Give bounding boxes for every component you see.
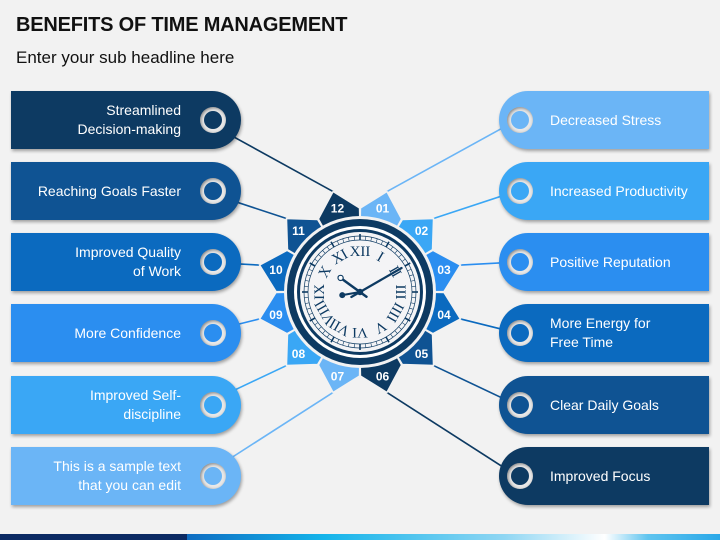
benefit-label-line: Decreased Stress <box>550 111 662 128</box>
petal-number: 07 <box>331 370 345 384</box>
petal-number: 11 <box>292 224 305 238</box>
benefit-label-line: Clear Daily Goals <box>550 396 659 413</box>
tag-ring-dot <box>511 467 529 485</box>
benefit-label: More Confidence <box>74 324 181 343</box>
benefit-label-line: Improved Self- <box>89 387 181 403</box>
tag-ring-dot <box>511 253 529 271</box>
benefit-label: Positive Reputation <box>550 253 671 272</box>
tag-ring-dot <box>511 324 529 342</box>
hour-hand-tip <box>337 274 344 282</box>
benefit-tag: Improved Self-discipline <box>11 376 241 434</box>
benefit-label: Clear Daily Goals <box>550 396 659 415</box>
clock-numeral: VI <box>352 324 368 340</box>
petal-number: 02 <box>415 224 429 238</box>
tag-ring-icon <box>200 249 226 275</box>
benefit-label-line: More Energy for <box>550 315 651 331</box>
benefit-label-line: Reaching Goals Faster <box>37 182 181 199</box>
benefit-tag: More Confidence <box>11 304 241 362</box>
connector-line <box>386 119 518 193</box>
benefit-tag: Increased Productivity <box>499 162 709 220</box>
clock-numeral: XII <box>350 244 371 260</box>
tag-ring-icon <box>200 392 226 418</box>
benefit-label-line: More Confidence <box>74 324 181 341</box>
benefit-label: Improved Self-discipline <box>90 386 181 424</box>
connector-line <box>386 391 518 477</box>
petal-number: 05 <box>415 347 429 361</box>
benefit-label: Improved Focus <box>550 467 650 486</box>
benefit-label-line: Streamlined <box>106 102 181 118</box>
benefit-tag: Decreased Stress <box>499 91 709 149</box>
bottom-gradient-bar <box>0 534 720 540</box>
benefit-tag: This is a sample text that you can edit <box>11 447 241 505</box>
tag-ring-icon <box>507 392 533 418</box>
clock-center-pin <box>356 288 364 296</box>
benefit-tag: Reaching Goals Faster <box>11 162 241 220</box>
tag-ring-dot <box>204 324 222 342</box>
petal-number: 06 <box>376 370 390 384</box>
petal-number: 10 <box>269 263 283 277</box>
tag-ring-icon <box>507 178 533 204</box>
benefit-tag: Clear Daily Goals <box>499 376 709 434</box>
tag-ring-dot <box>204 253 222 271</box>
tag-ring-icon <box>200 178 226 204</box>
benefit-label: Increased Productivity <box>550 182 688 201</box>
benefit-label-line: Improved Focus <box>550 467 651 484</box>
tag-ring-icon <box>507 463 533 489</box>
benefit-label: This is a sample text that you can edit <box>53 457 181 495</box>
benefit-label: Reaching Goals Faster <box>38 182 181 201</box>
benefit-label-line: Decision-making <box>77 121 181 137</box>
petal-number: 08 <box>292 347 306 361</box>
tag-ring-dot <box>511 182 529 200</box>
benefit-label-line: Increased Productivity <box>550 182 688 199</box>
tag-ring-dot <box>204 182 222 200</box>
clock-numeral: III <box>392 285 408 300</box>
tag-ring-dot <box>511 111 529 129</box>
tag-ring-dot <box>204 467 222 485</box>
benefit-tag: More Energy for Free Time <box>499 304 709 362</box>
benefit-label-line: Positive Reputation <box>550 253 671 270</box>
tag-ring-dot <box>511 396 529 414</box>
petal-number: 09 <box>269 308 283 322</box>
petal-number: 03 <box>437 263 451 277</box>
tag-ring-dot <box>204 111 222 129</box>
benefit-label-line: Free Time <box>550 334 614 350</box>
petal-number: 12 <box>331 201 345 215</box>
tag-ring-icon <box>200 320 226 346</box>
tag-ring-icon <box>507 320 533 346</box>
petal-number: 04 <box>437 308 451 322</box>
tag-ring-icon <box>200 107 226 133</box>
benefit-label-line: discipline <box>123 406 181 422</box>
benefit-label: Improved Quality of Work <box>75 243 181 281</box>
tag-ring-dot <box>204 396 222 414</box>
tag-ring-icon <box>200 463 226 489</box>
benefit-tag: Streamlined Decision-making <box>11 91 241 149</box>
benefit-tag: Improved Quality of Work <box>11 233 241 291</box>
petal-number: 01 <box>376 201 390 215</box>
benefit-label-line: of Work <box>133 263 181 279</box>
benefit-tag: Positive Reputation <box>499 233 709 291</box>
benefit-label-line: Improved Quality <box>75 244 181 260</box>
tag-ring-icon <box>507 107 533 133</box>
second-hand-counterweight <box>339 292 346 299</box>
benefit-tag: Improved Focus <box>499 447 709 505</box>
benefit-label: Streamlined Decision-making <box>78 101 181 139</box>
tag-ring-icon <box>507 249 533 275</box>
clock: XIIIIIIIIIIIIVVIVIIVIIIIXXXI <box>284 216 436 368</box>
benefit-label-line: that you can edit <box>78 477 181 493</box>
benefit-label-line: This is a sample text <box>53 458 181 474</box>
clock-numeral: IX <box>312 284 328 300</box>
benefit-label: Decreased Stress <box>550 111 661 130</box>
benefit-label: More Energy for Free Time <box>550 314 650 352</box>
